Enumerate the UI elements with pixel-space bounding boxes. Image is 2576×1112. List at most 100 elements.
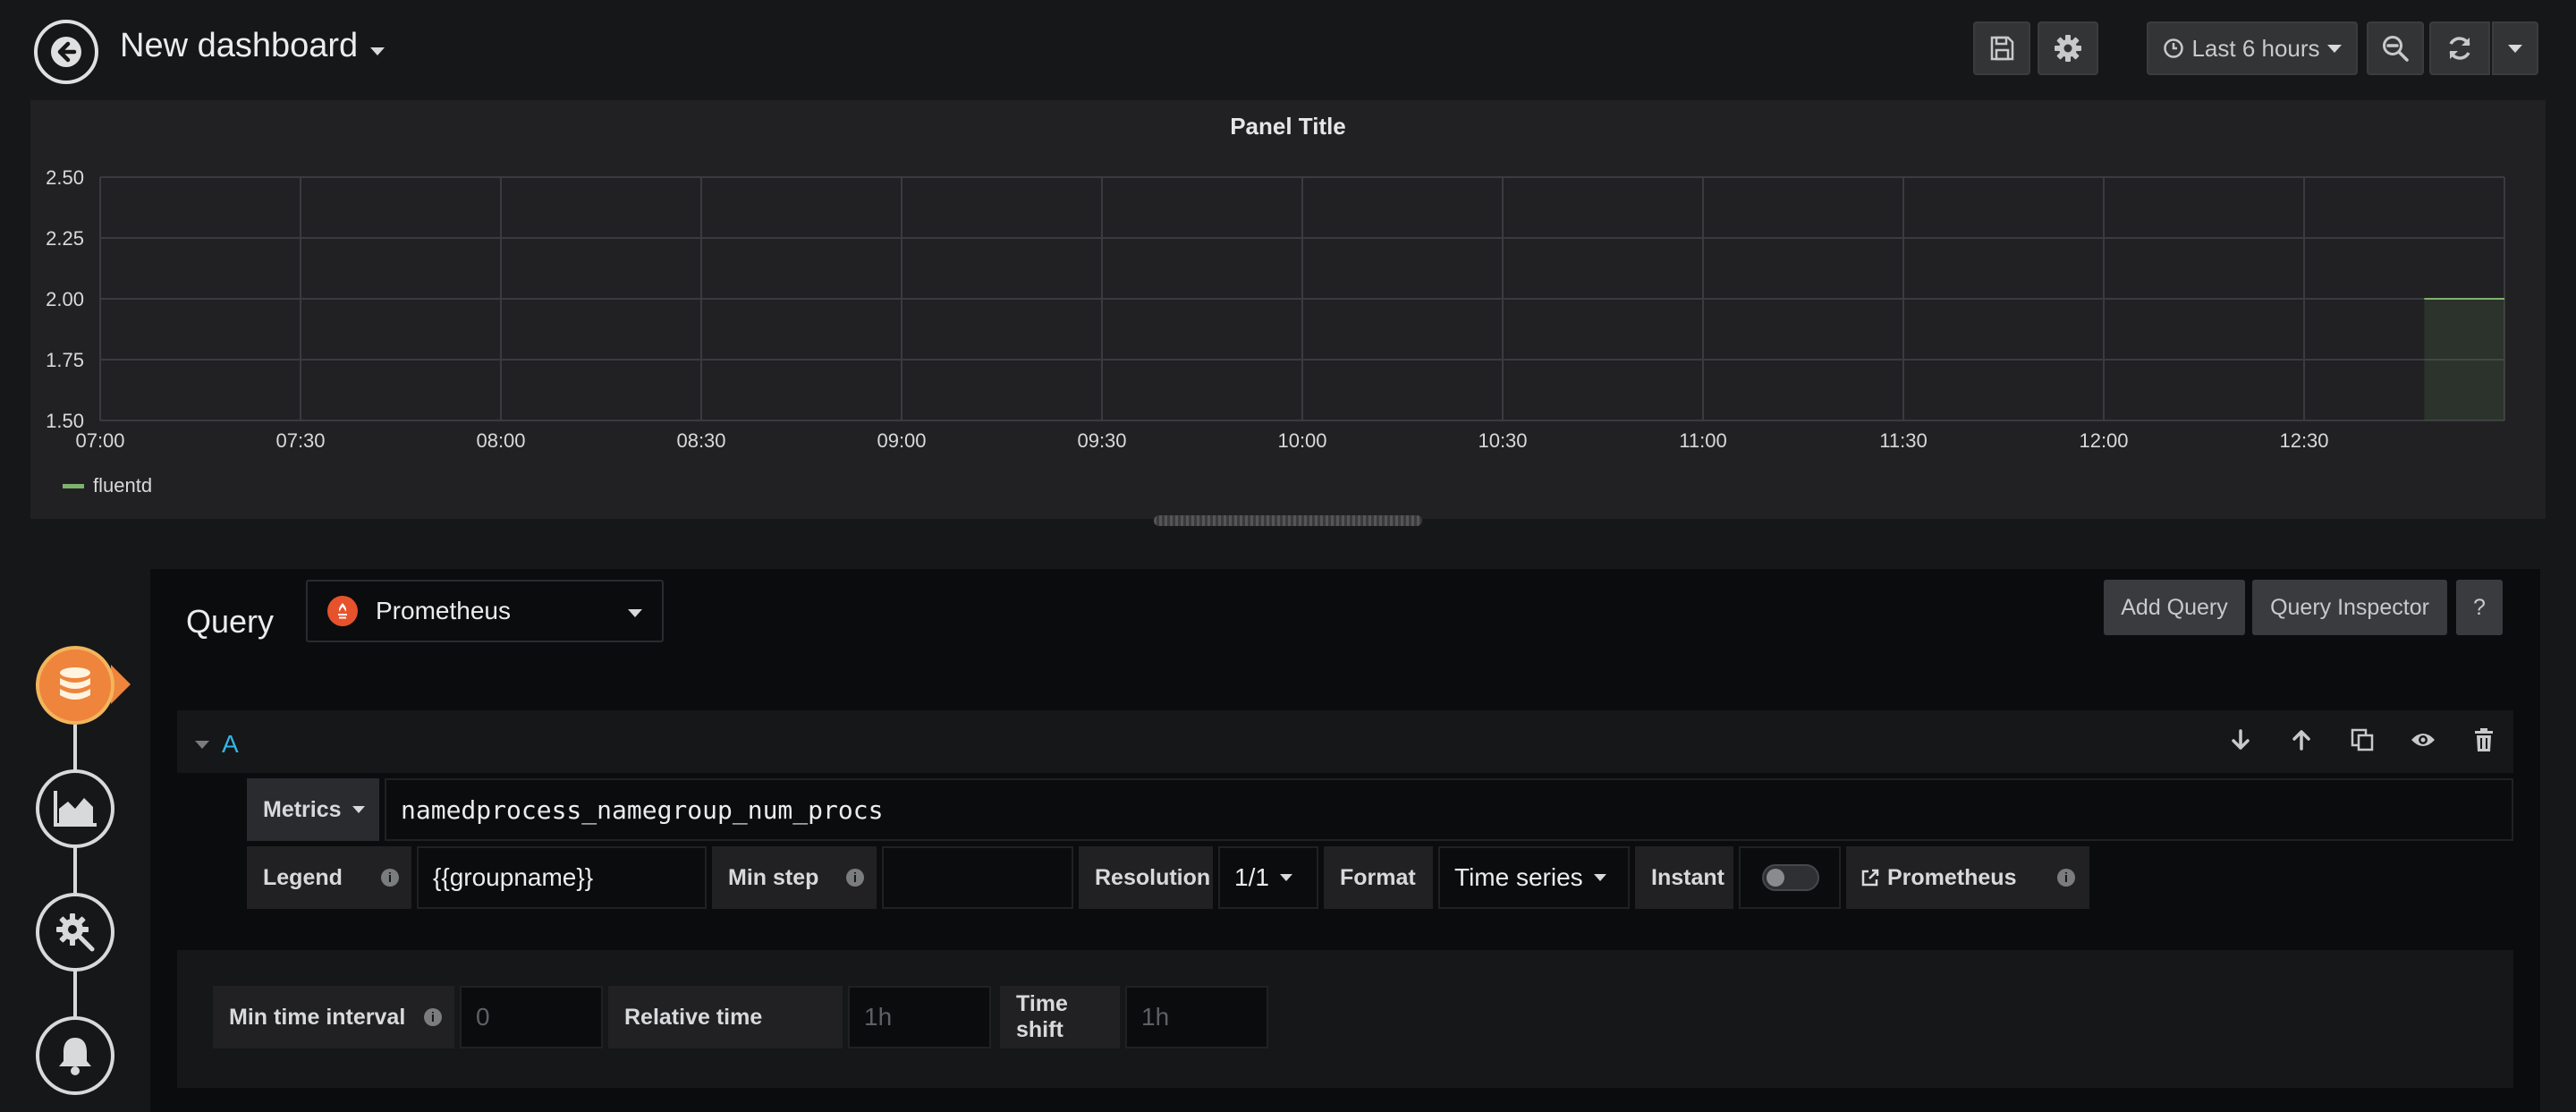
relative-time-label: Relative time (608, 986, 843, 1048)
x-tick-label: 12:30 (2279, 429, 2328, 452)
refresh-icon (2449, 37, 2470, 60)
resolution-value: 1/1 (1234, 863, 1269, 891)
min-time-interval-input[interactable]: 0 (460, 986, 603, 1048)
metrics-button[interactable]: Metrics (247, 778, 379, 841)
format-select[interactable]: Time series (1438, 846, 1630, 909)
database-icon (60, 667, 90, 700)
format-value: Time series (1454, 863, 1583, 891)
x-tick-label: 08:00 (476, 429, 525, 452)
legend-item-fluentd[interactable]: fluentd (63, 474, 152, 497)
metrics-query-input[interactable]: namedprocess_namegroup_num_procs (385, 778, 2513, 841)
x-tick-label: 08:30 (676, 429, 725, 452)
info-icon[interactable]: i (2057, 869, 2075, 887)
time-shift-label: Time shift (1000, 986, 1120, 1048)
add-query-button[interactable]: Add Query (2104, 580, 2245, 635)
query-row-header: A (177, 710, 2513, 773)
chevron-down-icon (2326, 44, 2342, 53)
query-row-actions (2225, 725, 2499, 755)
instant-toggle[interactable] (1762, 864, 1819, 891)
external-link-icon (1861, 869, 1879, 887)
x-tick-label: 07:00 (75, 429, 124, 452)
x-tick-label: 10:30 (1478, 429, 1527, 452)
duplicate-query-button[interactable] (2347, 725, 2377, 755)
legend-label: Legend i (247, 846, 411, 909)
zoom-out-icon (2383, 36, 2409, 62)
rail-alert-button[interactable] (36, 1016, 114, 1095)
format-label: Format (1324, 846, 1433, 909)
prometheus-logo-icon (327, 596, 358, 626)
query-row-collapse-toggle[interactable]: A (195, 730, 239, 759)
bell-icon (59, 1038, 91, 1075)
min-step-input[interactable] (882, 846, 1073, 909)
resolution-select[interactable]: 1/1 (1218, 846, 1318, 909)
info-icon[interactable]: i (424, 1008, 442, 1026)
query-section-title: Query (186, 603, 275, 640)
arrow-down-icon (2232, 729, 2250, 750)
x-tick-label: 07:30 (275, 429, 325, 452)
chevron-down-icon (2508, 44, 2522, 53)
gear-icon (2055, 35, 2081, 62)
gear-wrench-icon (56, 913, 97, 954)
panel-resize-handle[interactable] (1154, 515, 1422, 526)
help-button[interactable]: ? (2456, 580, 2503, 635)
datasource-name: Prometheus (376, 597, 511, 624)
time-range-picker[interactable]: Last 6 hours (2147, 21, 2358, 75)
toggle-query-visibility-button[interactable] (2408, 725, 2438, 755)
chevron-down-icon (628, 609, 642, 617)
chevron-down-icon (1279, 874, 1292, 881)
info-icon[interactable]: i (381, 869, 399, 887)
arrow-left-icon (51, 37, 81, 67)
query-editor: Query Prometheus Add Query Query Inspect… (150, 569, 2540, 1112)
query-options-panel: Min time interval i 0 Relative time 1h T… (177, 950, 2513, 1088)
y-tick-label: 2.50 (46, 166, 84, 189)
x-tick-label: 10:00 (1277, 429, 1326, 452)
rail-queries-button[interactable] (36, 646, 114, 725)
metrics-row: Metrics namedprocess_namegroup_num_procs (247, 778, 2513, 841)
x-tick-label: 11:00 (1679, 429, 1726, 452)
remove-query-button[interactable] (2469, 725, 2499, 755)
dashboard-title: New dashboard (120, 27, 359, 64)
move-up-button[interactable] (2286, 725, 2317, 755)
resolution-label: Resolution (1079, 846, 1213, 909)
datasource-picker[interactable]: Prometheus (306, 580, 664, 642)
prometheus-link-label: Prometheus (1887, 864, 2017, 890)
rail-visualization-button[interactable] (36, 769, 114, 848)
zoom-out-button[interactable] (2367, 21, 2424, 75)
y-tick-label: 2.25 (46, 227, 84, 250)
y-tick-label: 1.75 (46, 349, 84, 371)
save-dashboard-button[interactable] (1973, 21, 2030, 75)
x-tick-label: 11:30 (1879, 429, 1927, 452)
legend-series-name: fluentd (93, 474, 153, 497)
metrics-label: Metrics (263, 796, 342, 822)
prometheus-link[interactable]: Prometheus i (1846, 846, 2089, 909)
legend-color-swatch (63, 483, 84, 488)
area-chart-icon (54, 791, 97, 827)
copy-icon (2351, 728, 2374, 751)
time-range-label: Last 6 hours (2191, 34, 2320, 62)
x-tick-label: 09:00 (877, 429, 926, 452)
refresh-interval-dropdown[interactable] (2492, 21, 2538, 75)
y-tick-label: 2.00 (46, 288, 84, 310)
query-inspector-button[interactable]: Query Inspector (2252, 580, 2447, 635)
dashboard-navbar: New dashboard Last 6 hours (0, 0, 2576, 100)
time-shift-input[interactable]: 1h (1125, 986, 1268, 1048)
relative-time-input[interactable]: 1h (848, 986, 991, 1048)
rail-general-settings-button[interactable] (36, 893, 114, 972)
move-down-button[interactable] (2225, 725, 2256, 755)
chevron-down-icon (352, 806, 365, 813)
save-icon (1990, 36, 2014, 61)
x-tick-label: 12:00 (2079, 429, 2128, 452)
query-ref-id: A (222, 730, 239, 758)
min-time-interval-label: Min time interval i (213, 986, 454, 1048)
info-icon[interactable]: i (846, 869, 864, 887)
chevron-down-icon (195, 740, 209, 749)
dashboard-title-dropdown[interactable]: New dashboard (120, 27, 386, 65)
refresh-button[interactable] (2429, 21, 2490, 75)
arrow-up-icon (2292, 730, 2310, 751)
back-button[interactable] (34, 20, 98, 84)
dashboard-settings-button[interactable] (2038, 21, 2098, 75)
instant-label: Instant (1635, 846, 1733, 909)
toggle-knob (1767, 869, 1784, 887)
legend-format-input[interactable]: {{groupname}} (417, 846, 707, 909)
trash-icon (2475, 728, 2493, 751)
